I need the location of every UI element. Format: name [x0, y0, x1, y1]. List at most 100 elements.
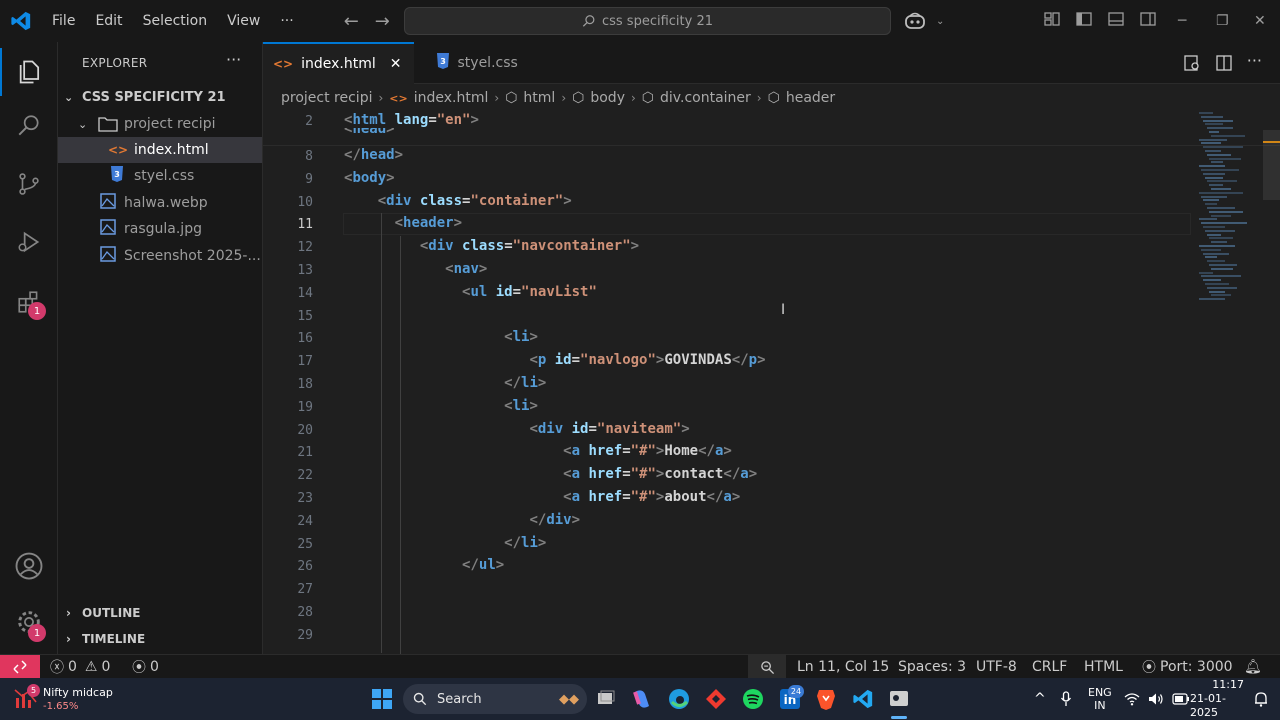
menu-edit[interactable]: Edit — [85, 0, 132, 42]
quick-settings[interactable] — [1124, 678, 1190, 720]
copilot-menu[interactable]: ⌄ — [904, 0, 944, 42]
menu-file[interactable]: File — [42, 0, 85, 42]
notification-center-icon[interactable] — [1254, 678, 1268, 720]
close-tab-icon[interactable]: ✕ — [390, 56, 402, 72]
restore-icon[interactable]: ❐ — [1216, 0, 1229, 42]
widget-title[interactable]: Nifty midcap — [43, 686, 113, 699]
tree-item-label: halwa.webp — [124, 195, 208, 211]
breadcrumb-header[interactable]: header — [786, 90, 835, 106]
remote-indicator[interactable] — [0, 654, 40, 679]
extensions-icon[interactable] — [0, 278, 58, 326]
menu-more-icon[interactable]: ··· — [270, 0, 303, 42]
problems-indicator[interactable]: ⓧ 0 ⚠ 0 — [50, 655, 110, 679]
outline-section[interactable]: › OUTLINE — [58, 600, 262, 626]
toggle-secondary-sidebar-icon[interactable] — [1138, 9, 1158, 29]
minimap-line — [1207, 180, 1237, 183]
anydesk-icon[interactable] — [704, 687, 728, 711]
source-control-icon[interactable] — [0, 160, 58, 208]
minimize-icon[interactable]: ─ — [1178, 0, 1186, 42]
lang-top: ENG — [1088, 686, 1112, 699]
cursor-position[interactable]: Ln 11, Col 15 — [797, 655, 889, 679]
show-hidden-icons[interactable]: ^ — [1034, 678, 1046, 720]
minimap-line — [1203, 146, 1243, 149]
tree-file-halwa-webp[interactable]: halwa.webp — [58, 190, 262, 216]
tree-folder-project-recipi[interactable]: ⌄ project recipi — [58, 111, 262, 137]
toggle-sidebar-icon[interactable] — [1074, 9, 1094, 29]
taskbar-search-label: Search — [437, 691, 482, 707]
run-debug-icon[interactable] — [0, 218, 58, 266]
input-language[interactable]: ENG IN — [1088, 678, 1112, 720]
sticky-divider — [263, 145, 1280, 146]
command-center[interactable]: css specificity 21 — [404, 7, 891, 35]
tree-file-index-html[interactable]: <> index.html — [58, 137, 262, 163]
indentation[interactable]: Spaces: 3 — [898, 655, 966, 679]
html-file-icon: <> — [108, 143, 129, 157]
ports-count: 0 — [150, 659, 159, 675]
minimap-line — [1207, 233, 1221, 236]
spotify-icon[interactable] — [741, 687, 765, 711]
port-label: Port: 3000 — [1160, 659, 1233, 675]
minimap-line — [1203, 199, 1219, 202]
live-server-port[interactable]: ⦿ Port: 3000 — [1142, 655, 1233, 679]
editor-tabs: <> index.html ✕ 3 styel.css ··· — [263, 42, 1280, 84]
brave-browser-icon[interactable] — [814, 687, 838, 711]
forward-arrow-icon[interactable]: → — [375, 11, 390, 32]
search-icon[interactable] — [0, 102, 58, 150]
breadcrumb-html[interactable]: html — [523, 90, 555, 106]
edge-browser-icon[interactable] — [667, 687, 691, 711]
sticky-code-line[interactable]: <html lang="en"> — [344, 112, 479, 128]
svg-text:3: 3 — [440, 57, 446, 66]
microphone-icon[interactable] — [1060, 678, 1072, 720]
breadcrumb-folder[interactable]: project recipi — [281, 90, 372, 106]
customize-layout-icon[interactable] — [1042, 9, 1062, 29]
minimap-line — [1209, 131, 1219, 133]
language-mode[interactable]: HTML — [1084, 655, 1123, 679]
tree-file-screenshot[interactable]: Screenshot 2025-... — [58, 243, 262, 269]
more-actions-icon[interactable]: ··· — [226, 50, 241, 69]
copilot-app-icon[interactable] — [630, 687, 654, 711]
tab-index-html[interactable]: <> index.html ✕ — [263, 42, 414, 84]
open-preview-icon[interactable] — [1183, 54, 1201, 72]
tree-file-rasgula-jpg[interactable]: rasgula.jpg — [58, 216, 262, 242]
code-editor[interactable]: 2 <html lang="en"> <head> 8 </head> 9 <body> 1… — [263, 110, 1280, 654]
windows-start-icon[interactable] — [370, 687, 394, 711]
breadcrumb-file[interactable]: index.html — [414, 90, 489, 106]
minimap-line — [1203, 119, 1233, 122]
code-line: <li> — [504, 329, 538, 346]
split-editor-icon[interactable] — [1215, 54, 1233, 72]
encoding[interactable]: UTF-8 — [976, 655, 1017, 679]
ports-indicator[interactable]: ⦿ 0 — [132, 655, 159, 679]
tab-label: index.html — [301, 56, 376, 72]
menu-view[interactable]: View — [217, 0, 270, 42]
manage-gear-icon[interactable] — [0, 598, 58, 646]
current-line-highlight — [343, 213, 1191, 235]
timeline-section[interactable]: › TIMELINE — [58, 626, 262, 652]
snipping-tool-icon[interactable] — [887, 687, 911, 711]
toggle-panel-icon[interactable] — [1106, 9, 1126, 29]
minimap[interactable] — [1195, 110, 1265, 310]
tree-file-styel-css[interactable]: 3 styel.css — [58, 163, 262, 189]
system-clock[interactable]: 11:17 21-01-2025 — [1190, 678, 1244, 720]
vscode-taskbar-icon[interactable] — [851, 687, 875, 711]
breadcrumb-body[interactable]: body — [590, 90, 625, 106]
minimap-line — [1203, 172, 1225, 175]
close-window-icon[interactable]: ✕ — [1254, 0, 1266, 42]
end-of-line[interactable]: CRLF — [1032, 655, 1067, 679]
breadcrumb-div-container[interactable]: div.container — [660, 90, 751, 106]
explorer-icon[interactable] — [0, 48, 58, 96]
tab-styel-css[interactable]: 3 styel.css — [414, 42, 530, 84]
account-icon[interactable] — [0, 542, 58, 590]
line-number: 18 — [297, 377, 313, 392]
workspace-header[interactable]: ⌄ CSS SPECIFICITY 21 — [58, 84, 262, 110]
lang-bottom: IN — [1094, 699, 1106, 712]
notifications-bell-icon[interactable]: 🔔︎ — [1244, 655, 1262, 679]
line-number: 26 — [297, 559, 313, 575]
taskbar-search[interactable]: Search ◆◆ — [403, 684, 587, 714]
task-view-icon[interactable] — [594, 687, 618, 711]
back-arrow-icon[interactable]: ← — [344, 11, 359, 32]
line-number: 9 — [305, 171, 313, 187]
menu-selection[interactable]: Selection — [133, 0, 218, 42]
minimap-line — [1199, 138, 1227, 141]
zoom-indicator[interactable] — [748, 655, 786, 679]
more-actions-icon[interactable]: ··· — [1247, 53, 1262, 72]
